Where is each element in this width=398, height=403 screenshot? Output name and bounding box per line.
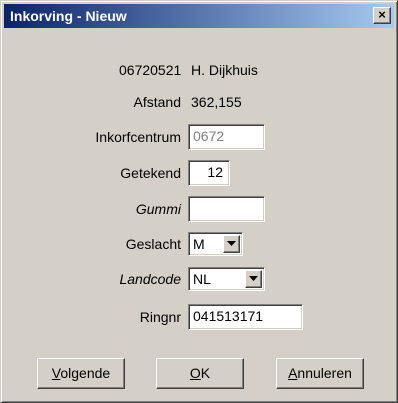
geslacht-select[interactable]: M [188,232,243,256]
window-title: Inkorving - Nieuw [10,8,127,24]
afstand-label: Afstand [133,94,181,110]
ringnr-label: Ringnr [139,309,181,325]
volgende-button[interactable]: Volgende [37,358,125,389]
annuleren-label: nnuleren [297,365,352,381]
ok-button[interactable]: OK [156,358,244,389]
geslacht-label: Geslacht [125,236,181,252]
landcode-selected-value: NL [193,271,211,287]
getekend-label: Getekend [120,165,181,181]
gummi-field[interactable] [188,196,265,222]
inkorfcentrum-label: Inkorfcentrum [95,129,181,145]
chevron-down-icon [249,276,258,281]
landcode-label: Landcode [119,271,181,287]
geslacht-dropdown-button[interactable] [223,235,240,253]
record-id: 06720521 [119,62,182,78]
close-button[interactable]: × [373,7,391,24]
close-icon: × [378,7,386,22]
gummi-label: Gummi [135,201,181,217]
annuleren-button[interactable]: Annuleren [276,358,364,389]
ringnr-field[interactable]: 041513171 [188,304,303,330]
landcode-dropdown-button[interactable] [245,270,262,288]
getekend-field[interactable]: 12 [188,160,230,186]
volgende-label: olgende [60,365,111,381]
landcode-select[interactable]: NL [188,267,265,291]
dialog-window: Inkorving - Nieuw × 06720521 H. Dijkhuis… [0,0,398,403]
afstand-value: 362,155 [191,94,242,110]
title-bar[interactable]: Inkorving - Nieuw × [4,4,394,28]
chevron-down-icon [227,241,236,246]
ok-label: K [200,365,211,381]
geslacht-selected-value: M [193,236,205,252]
inkorfcentrum-field: 0672 [188,124,265,150]
record-name: H. Dijkhuis [191,62,258,78]
ok-mnemonic: O [189,365,201,381]
